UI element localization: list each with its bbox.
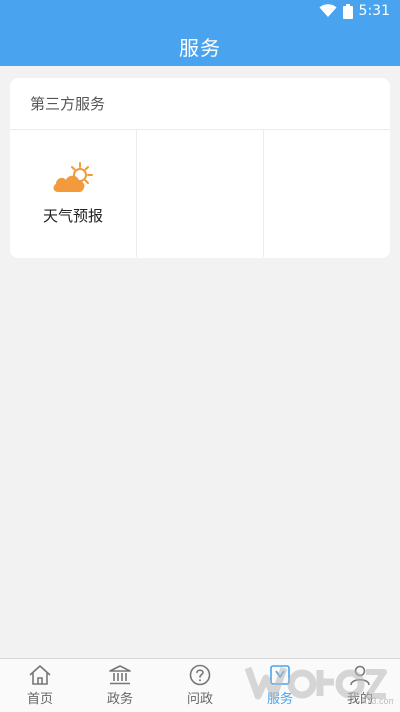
weather-partly-cloudy-icon (53, 162, 93, 192)
service-empty-slot (264, 130, 390, 257)
tab-inquiry[interactable]: 问政 (160, 659, 240, 712)
tab-inquiry-label: 问政 (186, 692, 213, 707)
question-icon (189, 664, 211, 686)
home-icon (29, 665, 51, 685)
app-bar: 服务 (0, 26, 400, 66)
status-bar: 5:31 (0, 0, 400, 26)
section-title: 第三方服务 (30, 95, 106, 113)
section-header: 第三方服务 (10, 78, 390, 130)
tab-service-label: 服务 (266, 692, 293, 707)
third-party-services-card: 第三方服务 天气预报 (10, 78, 390, 258)
user-icon (350, 665, 370, 686)
service-grid: 天气预报 (10, 130, 390, 257)
bottom-tab-bar: 首页 政务 问政 服务 我的 (0, 658, 400, 712)
status-icons: 5:31 (319, 3, 390, 19)
tab-service[interactable]: 服务 (240, 659, 320, 712)
tab-profile[interactable]: 我的 (320, 659, 400, 712)
status-time: 5:31 (358, 3, 390, 19)
service-empty-slot (137, 130, 264, 257)
tab-home[interactable]: 首页 (0, 659, 80, 712)
page-title: 服务 (179, 35, 221, 60)
building-icon (109, 665, 131, 685)
wifi-icon (319, 4, 337, 17)
tab-profile-label: 我的 (346, 692, 373, 707)
service-weather-label: 天气预报 (42, 207, 103, 225)
tab-government-label: 政务 (106, 692, 133, 707)
tab-government[interactable]: 政务 (80, 659, 160, 712)
service-weather[interactable]: 天气预报 (10, 130, 137, 257)
tab-home-label: 首页 (26, 692, 53, 707)
battery-icon (342, 3, 353, 19)
service-icon (270, 665, 290, 685)
